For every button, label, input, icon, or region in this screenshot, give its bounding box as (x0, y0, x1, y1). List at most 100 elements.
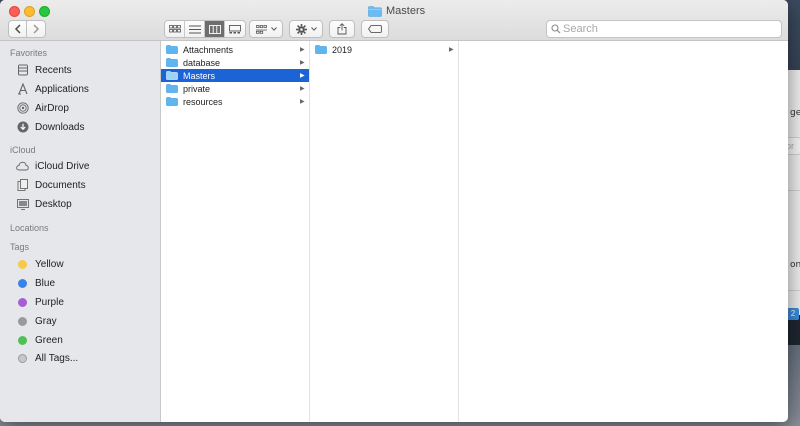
group-by-button[interactable] (249, 20, 283, 38)
sidebar-item-documents[interactable]: Documents (16, 176, 156, 194)
sidebar-item-label: Purple (35, 296, 64, 308)
sidebar-item-desktop[interactable]: Desktop (16, 195, 156, 213)
folder-icon (166, 97, 178, 106)
forward-button[interactable] (27, 20, 46, 38)
sidebar-tag-blue[interactable]: Blue (16, 274, 156, 292)
finder-window: Masters Search Favorites Recents Applica… (0, 0, 788, 422)
folder-row-attachments[interactable]: Attachments ▶ (161, 43, 309, 56)
folder-icon (166, 84, 178, 93)
view-mode-segmented-control (164, 20, 246, 38)
browser-column-2: 2019 ▶ (310, 41, 459, 422)
desktop-icon (16, 198, 29, 210)
sidebar-item-label: iCloud Drive (35, 160, 90, 172)
list-view-button[interactable] (185, 21, 205, 37)
edit-tags-button[interactable] (361, 20, 389, 38)
sidebar-item-icloud-drive[interactable]: iCloud Drive (16, 157, 156, 175)
chevron-right-icon (33, 24, 40, 34)
disclosure-arrow-icon: ▶ (300, 86, 305, 92)
sidebar-all-tags[interactable]: All Tags... (16, 349, 156, 367)
share-icon (337, 23, 347, 35)
background-text: on (790, 260, 800, 270)
action-menu-button[interactable] (289, 20, 323, 38)
columns-icon (208, 24, 221, 34)
folder-name: 2019 (332, 44, 353, 55)
search-field[interactable] (546, 20, 782, 38)
sidebar-item-label: Downloads (35, 121, 85, 133)
tag-icon (368, 25, 382, 33)
zoom-window-button[interactable] (39, 6, 50, 17)
folder-row-resources[interactable]: resources ▶ (161, 95, 309, 108)
titlebar: Masters (0, 0, 788, 41)
browser-column-1: Attachments ▶ database ▶ Masters ▶ priva… (161, 41, 310, 422)
tag-color-icon (18, 335, 27, 345)
folder-name: private (183, 83, 211, 94)
folder-name: Attachments (183, 44, 234, 55)
chevron-down-icon (270, 27, 277, 31)
folder-row-database[interactable]: database ▶ (161, 56, 309, 69)
chevron-left-icon (14, 24, 21, 34)
tag-color-icon (18, 297, 27, 307)
folder-name: resources (183, 96, 223, 107)
window-title: Masters (368, 4, 425, 18)
background-text: ge. (790, 108, 800, 118)
download-icon (17, 121, 28, 133)
window-title-text: Masters (386, 5, 426, 17)
applications-icon (17, 83, 28, 95)
all-tags-icon (18, 353, 27, 363)
sidebar-tag-yellow[interactable]: Yellow (16, 255, 156, 273)
tag-color-icon (18, 259, 27, 269)
folder-icon (315, 45, 327, 54)
sidebar-section-icloud: iCloud (10, 145, 36, 155)
folder-row-masters[interactable]: Masters ▶ (161, 69, 309, 82)
folder-icon (166, 45, 178, 54)
sidebar-section-tags: Tags (10, 242, 30, 252)
folder-icon (368, 5, 382, 17)
sidebar-item-label: Yellow (35, 258, 64, 270)
gear-icon (295, 23, 307, 35)
sidebar-tag-purple[interactable]: Purple (16, 293, 156, 311)
close-window-button[interactable] (9, 6, 20, 17)
disclosure-arrow-icon: ▶ (300, 99, 305, 105)
background-badge: 2 (787, 308, 799, 320)
chevron-down-icon (310, 27, 317, 31)
folder-row-private[interactable]: private ▶ (161, 82, 309, 95)
sidebar-item-label: Applications (35, 83, 89, 95)
sidebar-item-applications[interactable]: Applications (16, 80, 156, 98)
disclosure-arrow-icon: ▶ (300, 47, 305, 53)
grid-icon (168, 25, 181, 33)
sidebar-tag-gray[interactable]: Gray (16, 312, 156, 330)
browser-column-3 (459, 41, 788, 422)
gallery-view-button[interactable] (225, 21, 245, 37)
share-button[interactable] (329, 20, 355, 38)
folder-name: database (183, 57, 221, 68)
search-icon (551, 24, 561, 34)
sidebar-section-favorites: Favorites (10, 48, 48, 58)
sidebar-tag-green[interactable]: Green (16, 331, 156, 349)
column-view-button[interactable] (205, 21, 225, 37)
folder-icon (166, 71, 178, 80)
folder-icon (166, 58, 178, 67)
sidebar: Favorites Recents Applications AirDrop D… (0, 41, 161, 422)
recents-icon (17, 64, 28, 76)
folder-row-2019[interactable]: 2019 ▶ (310, 43, 458, 56)
sidebar-item-label: Documents (35, 179, 86, 191)
sidebar-item-downloads[interactable]: Downloads (16, 118, 156, 136)
back-button[interactable] (8, 20, 27, 38)
disclosure-arrow-icon: ▶ (300, 73, 305, 79)
minimize-window-button[interactable] (24, 6, 35, 17)
disclosure-arrow-icon: ▶ (449, 47, 454, 53)
folder-name: Masters (183, 70, 216, 81)
sidebar-item-label: Blue (35, 277, 56, 289)
documents-icon (17, 179, 28, 191)
cloud-icon (16, 161, 29, 171)
sidebar-item-airdrop[interactable]: AirDrop (16, 99, 156, 117)
gallery-icon (229, 24, 241, 33)
tag-color-icon (18, 316, 27, 326)
sidebar-item-label: AirDrop (35, 102, 69, 114)
search-input[interactable] (563, 22, 773, 36)
sidebar-item-label: Gray (35, 315, 57, 327)
sidebar-item-label: Recents (35, 64, 72, 76)
icon-view-button[interactable] (165, 21, 185, 37)
sidebar-item-recents[interactable]: Recents (16, 61, 156, 79)
sidebar-item-label: Green (35, 334, 63, 346)
